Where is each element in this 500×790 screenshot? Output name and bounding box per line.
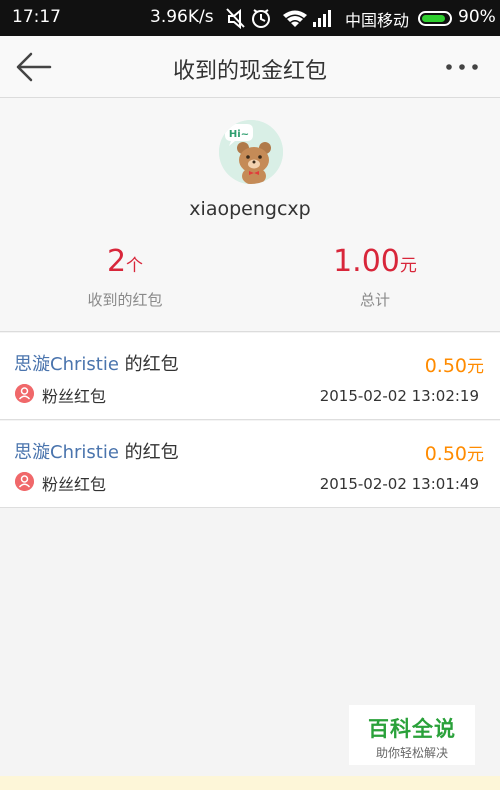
item-amount: 0.50元 <box>425 440 484 465</box>
item-suffix: 的红包 <box>118 354 179 375</box>
watermark-title: 百科全说 <box>368 717 456 741</box>
total-unit: 元 <box>399 256 417 276</box>
page-title: 收到的现金红包 <box>172 59 327 84</box>
more-dots-icon[interactable] <box>440 52 484 82</box>
status-time: 17:17 <box>12 7 61 27</box>
sender-link[interactable]: 思漩Christie <box>14 354 119 375</box>
bottom-strip <box>0 776 500 790</box>
item-title: 思漩Christie 的红包 <box>14 438 179 464</box>
sender-link[interactable]: 思漩Christie <box>14 442 119 463</box>
battery-percent: 90% <box>458 7 496 27</box>
bear-avatar-icon: Hi~ <box>219 120 283 184</box>
amount-value: 0.50 <box>424 443 467 465</box>
avatar[interactable]: Hi~ <box>219 120 283 184</box>
status-icons <box>226 8 331 30</box>
signal-icon <box>313 10 331 27</box>
user-icon <box>15 472 34 491</box>
navbar: 收到的现金红包 <box>0 36 500 98</box>
list-item[interactable]: 思漩Christie 的红包 0.50元 粉丝红包 2015-02-02 13:… <box>0 421 500 508</box>
network-speed: 3.96K/s <box>150 7 214 27</box>
total-label: 总计 <box>359 291 390 309</box>
item-amount: 0.50元 <box>425 352 484 377</box>
avatar-greeting: Hi~ <box>229 129 249 140</box>
list-item[interactable]: 思漩Christie 的红包 0.50元 粉丝红包 2015-02-02 13:… <box>0 333 500 420</box>
user-icon <box>15 384 34 403</box>
profile-summary: Hi~ xiaopengcxp 2个 收到的红包 1.00元 总计 <box>0 98 500 332</box>
item-title: 思漩Christie 的红包 <box>14 350 179 376</box>
alarm-icon <box>252 9 270 28</box>
received-count-stat: 2个 收到的红包 <box>0 244 250 310</box>
carrier-name: 中国移动 <box>345 11 410 30</box>
amount-unit: 元 <box>467 445 484 465</box>
packet-type: 粉丝红包 <box>42 475 107 494</box>
packet-type: 粉丝红包 <box>42 387 107 406</box>
status-bar: 17:17 3.96K/s 中国移动 90% <box>0 0 500 36</box>
amount-unit: 元 <box>467 357 484 377</box>
received-count: 2 <box>106 244 127 279</box>
received-unit: 个 <box>126 256 144 276</box>
amount-value: 0.50 <box>424 355 467 377</box>
watermark-subtitle: 助你轻松解决 <box>375 746 448 760</box>
item-time: 2015-02-02 13:02:19 <box>319 387 479 405</box>
battery-icon <box>418 11 452 26</box>
received-label: 收到的红包 <box>87 291 163 309</box>
wifi-icon <box>283 10 307 27</box>
total-amount-stat: 1.00元 总计 <box>250 244 500 310</box>
watermark-logo: 百科全说 助你轻松解决 <box>349 705 475 765</box>
item-time: 2015-02-02 13:01:49 <box>319 475 479 493</box>
username: xiaopengcxp <box>189 198 311 220</box>
item-suffix: 的红包 <box>118 442 179 463</box>
mute-icon <box>226 8 245 30</box>
total-amount: 1.00 <box>333 244 400 279</box>
